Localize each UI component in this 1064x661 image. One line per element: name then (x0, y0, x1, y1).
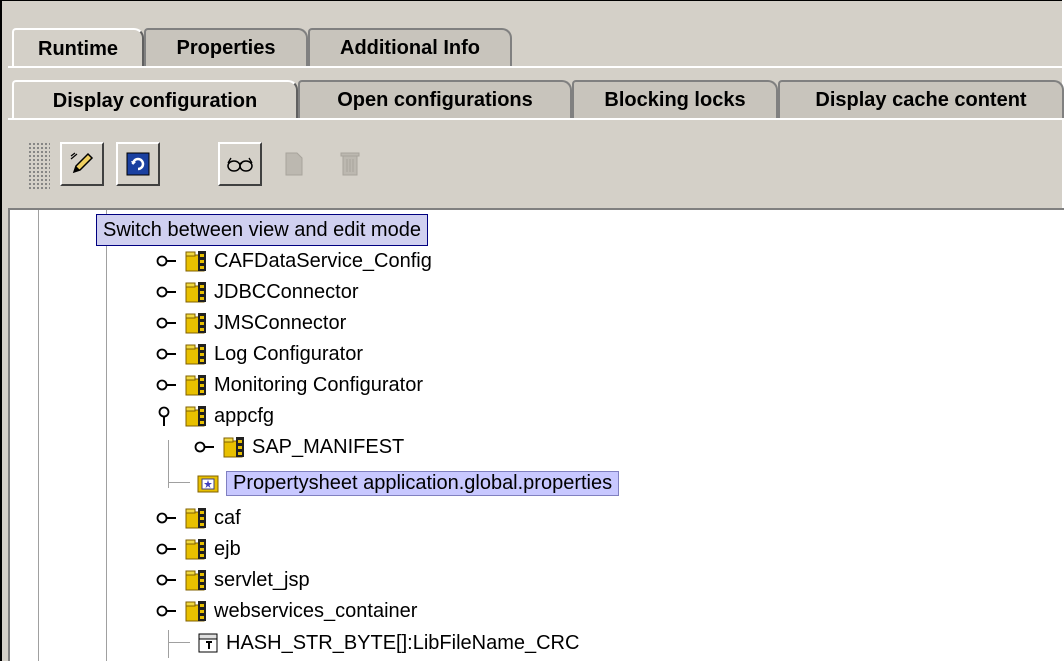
collapse-handle-icon[interactable] (156, 406, 178, 426)
delete-button[interactable] (328, 142, 372, 186)
folder-icon (185, 282, 206, 303)
expand-handle-icon[interactable] (156, 375, 178, 395)
tree-item[interactable]: webservices_container (156, 596, 417, 626)
tree-item-label: Monitoring Configurator (214, 373, 423, 396)
folder-icon (223, 437, 244, 458)
tree-guide-line (106, 210, 107, 661)
tree-item[interactable]: HASH_STR_BYTE[]:LibFileName_CRC (168, 628, 579, 658)
tab-display-configuration-label: Display configuration (52, 89, 258, 112)
expand-handle-icon[interactable] (156, 601, 178, 621)
tree-item-label: JDBCConnector (214, 280, 359, 303)
expand-handle-icon[interactable] (156, 251, 178, 271)
tree-guide-line (38, 210, 39, 661)
tab-open-configurations[interactable]: Open configurations (298, 80, 572, 118)
new-page-button[interactable] (272, 142, 316, 186)
secondary-tab-divider (8, 118, 1064, 120)
propertysheet-icon (197, 475, 219, 493)
folder-icon (185, 406, 206, 427)
tree-item[interactable]: Monitoring Configurator (156, 370, 423, 400)
tab-runtime[interactable]: Runtime (12, 28, 144, 68)
tree-item[interactable]: JMSConnector (156, 308, 346, 338)
folder-icon (185, 508, 206, 529)
tree-item[interactable]: CAFDataService_Config (156, 246, 432, 276)
tab-properties-label: Properties (176, 36, 276, 59)
tab-blocking-locks-label: Blocking locks (604, 88, 746, 111)
expand-handle-icon[interactable] (156, 282, 178, 302)
primary-tab-divider (8, 66, 1064, 68)
tree-item-label: Propertysheet application.global.propert… (226, 470, 620, 496)
tab-additional-info[interactable]: Additional Info (308, 28, 512, 66)
page-icon (285, 152, 303, 176)
tab-open-configurations-label: Open configurations (337, 88, 533, 111)
tree-item-selected[interactable]: Propertysheet application.global.propert… (168, 468, 620, 498)
refresh-icon (126, 152, 150, 176)
view-button[interactable] (218, 142, 262, 186)
tree-item-label: ejb (214, 537, 241, 560)
tree-item[interactable]: caf (156, 503, 241, 533)
folder-icon (185, 313, 206, 334)
tree-item-label: Log Configurator (214, 342, 363, 365)
toolbar-grip[interactable] (28, 142, 50, 190)
expand-handle-icon[interactable] (194, 437, 216, 457)
folder-icon (185, 539, 206, 560)
tree-item-label: JMSConnector (214, 311, 347, 334)
configuration-tree[interactable]: Switch between view and edit mode CAFDat… (8, 208, 1064, 661)
trash-icon (340, 152, 360, 176)
tree-item[interactable]: servlet_jsp (156, 565, 310, 595)
expand-handle-icon[interactable] (156, 539, 178, 559)
tree-item-label: caf (214, 506, 241, 529)
toolbar (22, 138, 402, 190)
tree-connector (168, 482, 190, 484)
tree-item[interactable]: appcfg (156, 401, 274, 431)
tree-connector (168, 642, 190, 644)
tree-item-label: SAP_MANIFEST (252, 435, 405, 458)
tree-item-label: CAFDataService_Config (214, 249, 432, 272)
tab-display-cache-content[interactable]: Display cache content (778, 80, 1064, 118)
refresh-button[interactable] (116, 142, 160, 186)
expand-handle-icon[interactable] (156, 570, 178, 590)
edit-mode-button[interactable] (60, 142, 104, 186)
folder-icon (185, 251, 206, 272)
expand-handle-icon[interactable] (156, 313, 178, 333)
tree-item-label: webservices_container (214, 599, 418, 622)
tree-item-label: servlet_jsp (214, 568, 310, 591)
tab-display-configuration[interactable]: Display configuration (12, 80, 298, 120)
pencil-icon (70, 152, 94, 174)
tree-item-label: HASH_STR_BYTE[]:LibFileName_CRC (226, 631, 580, 654)
tree-item[interactable]: SAP_MANIFEST (194, 432, 404, 462)
tooltip: Switch between view and edit mode (96, 214, 428, 246)
primary-tab-row: Runtime Properties Additional Info (8, 28, 1064, 68)
tree-item[interactable]: ejb (156, 534, 241, 564)
tab-runtime-label: Runtime (38, 37, 118, 60)
folder-icon (185, 344, 206, 365)
secondary-tab-row: Display configuration Open configuration… (8, 80, 1064, 120)
tab-properties[interactable]: Properties (144, 28, 308, 66)
expand-handle-icon[interactable] (156, 508, 178, 528)
tree-item[interactable]: JDBCConnector (156, 277, 359, 307)
tab-additional-info-label: Additional Info (340, 36, 480, 59)
tab-blocking-locks[interactable]: Blocking locks (572, 80, 778, 118)
tree-item[interactable]: Log Configurator (156, 339, 363, 369)
folder-icon (185, 601, 206, 622)
tree-item-label: appcfg (214, 404, 275, 427)
entry-icon (198, 633, 218, 653)
folder-icon (185, 570, 206, 591)
tab-display-cache-content-label: Display cache content (815, 88, 1027, 111)
glasses-icon (227, 157, 253, 172)
expand-handle-icon[interactable] (156, 344, 178, 364)
folder-icon (185, 375, 206, 396)
